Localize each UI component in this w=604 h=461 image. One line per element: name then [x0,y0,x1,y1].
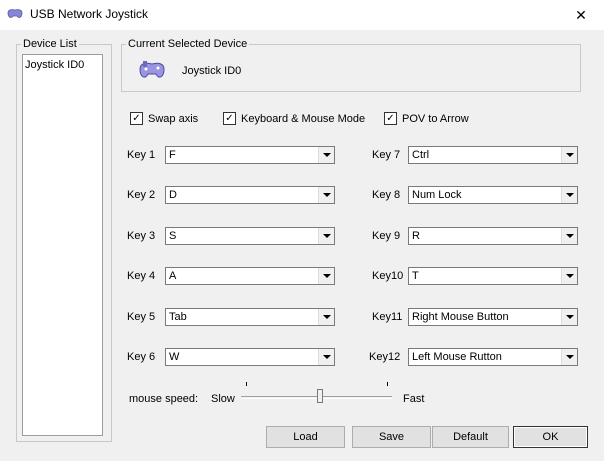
key-label: Key 1 [127,149,156,161]
key8-select[interactable]: Num Lock [408,186,578,204]
key-label: Key12 [369,351,401,363]
key-value: Left Mouse Rutton [412,351,502,363]
mouse-speed-label: mouse speed: [129,393,199,405]
swap-axis-label: Swap axis [148,112,199,125]
load-button[interactable]: Load [266,426,345,448]
save-button-label: Save [378,431,405,443]
window-title: USB Network Joystick [30,7,149,21]
key1-select[interactable]: F [165,146,335,164]
joystick-app-icon [7,9,23,18]
pov-arrow-label: POV to Arrow [402,112,469,125]
key2-select[interactable]: D [165,186,335,204]
gamepad-icon [139,61,165,78]
device-list-label: Device List [21,37,79,51]
default-button-label: Default [453,431,488,443]
slider-thumb[interactable] [317,389,323,403]
key-label: Key 2 [127,189,156,201]
key3-select[interactable]: S [165,227,335,245]
key-label: Key 7 [372,149,401,161]
pov-arrow-checkbox[interactable]: ✓ [384,112,397,125]
key-label: Key10 [372,270,404,282]
ok-button[interactable]: OK [513,426,588,448]
chevron-down-icon[interactable] [318,228,334,244]
key11-select[interactable]: Right Mouse Button [408,308,578,326]
key-value: W [169,351,180,363]
key-label: Key11 [372,311,403,323]
chevron-down-icon[interactable] [561,268,577,284]
key-value: A [169,270,177,282]
key-label: Key 3 [127,230,156,242]
chevron-down-icon[interactable] [318,309,334,325]
list-item[interactable]: Joystick ID0 [23,55,102,75]
load-button-label: Load [293,431,318,443]
key-value: T [412,270,419,282]
slider-tick [387,382,388,386]
key7-select[interactable]: Ctrl [408,146,578,164]
key-value: Ctrl [412,149,430,161]
default-button[interactable]: Default [432,426,509,448]
key-value: Tab [169,311,187,323]
chevron-down-icon[interactable] [561,349,577,365]
device-listbox[interactable]: Joystick ID0 [22,54,103,436]
key12-select[interactable]: Left Mouse Rutton [408,348,578,366]
key6-select[interactable]: W [165,348,335,366]
key-value: R [412,230,420,242]
swap-axis-checkbox[interactable]: ✓ [130,112,143,125]
title-bar: USB Network Joystick ✕ [0,0,604,30]
key-value: Num Lock [412,189,462,201]
key-label: Key 8 [372,189,401,201]
chevron-down-icon[interactable] [318,187,334,203]
close-icon: ✕ [575,6,587,23]
close-button[interactable]: ✕ [558,0,604,30]
key-label: Key 5 [127,311,156,323]
chevron-down-icon[interactable] [318,147,334,163]
chevron-down-icon[interactable] [318,268,334,284]
chevron-down-icon[interactable] [561,228,577,244]
current-device-name: Joystick ID0 [182,65,242,77]
key5-select[interactable]: Tab [165,308,335,326]
chevron-down-icon[interactable] [561,309,577,325]
key-value: D [169,189,177,201]
chevron-down-icon[interactable] [561,147,577,163]
ok-button-label: OK [542,431,559,443]
key9-select[interactable]: R [408,227,578,245]
save-button[interactable]: Save [352,426,431,448]
key-label: Key 9 [372,230,401,242]
key-value: S [169,230,177,242]
key4-select[interactable]: A [165,267,335,285]
key-value: F [169,149,176,161]
key-label: Key 4 [127,270,156,282]
pov-arrow-option[interactable]: ✓ POV to Arrow [384,112,469,125]
current-device-group: Current Selected Device Joystick ID0 [121,37,581,92]
slider-tick [246,382,247,386]
chevron-down-icon[interactable] [318,349,334,365]
keyboard-mouse-checkbox[interactable]: ✓ [223,112,236,125]
keyboard-mouse-option[interactable]: ✓ Keyboard & Mouse Mode [223,112,365,125]
chevron-down-icon[interactable] [561,187,577,203]
key-value: Right Mouse Button [412,311,509,323]
key-label: Key 6 [127,351,156,363]
slow-label: Slow [211,393,235,405]
key10-select[interactable]: T [408,267,578,285]
swap-axis-option[interactable]: ✓ Swap axis [130,112,198,125]
keyboard-mouse-label: Keyboard & Mouse Mode [241,112,366,125]
current-device-label: Current Selected Device [126,37,250,51]
fast-label: Fast [403,393,425,405]
